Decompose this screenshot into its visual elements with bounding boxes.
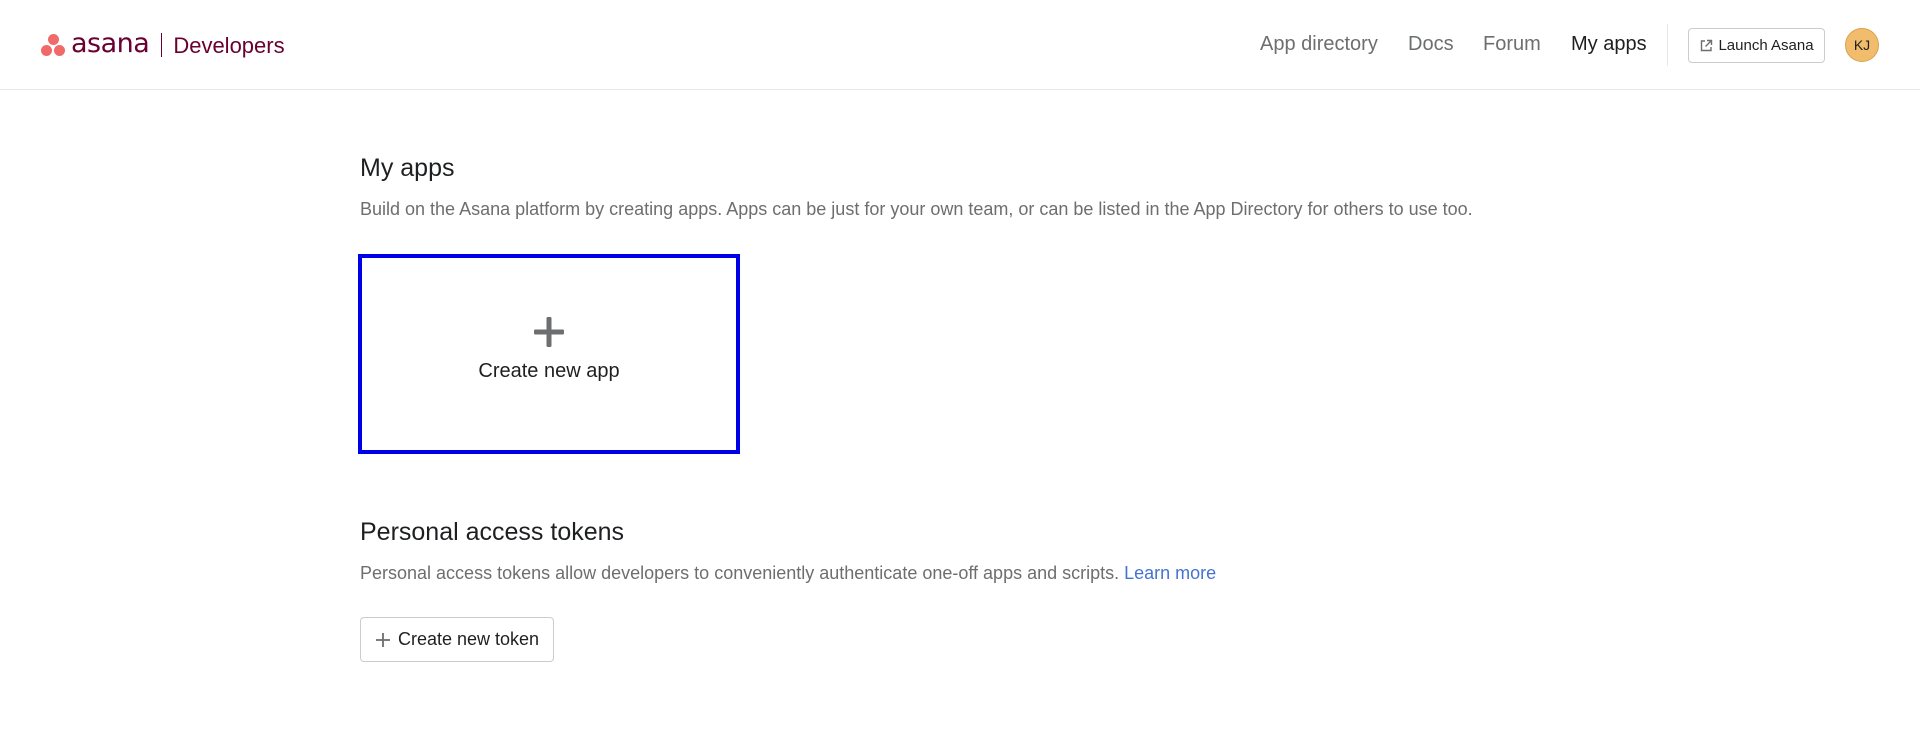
create-new-token-button[interactable]: Create new token xyxy=(360,617,554,662)
avatar[interactable]: KJ xyxy=(1845,28,1879,62)
plus-icon xyxy=(375,632,390,647)
logo-divider xyxy=(161,33,163,57)
my-apps-description: Build on the Asana platform by creating … xyxy=(360,199,1473,219)
create-new-app-label: Create new app xyxy=(478,360,620,382)
plus-icon xyxy=(534,317,564,347)
asana-developers-logo[interactable]: asana Developers xyxy=(40,28,285,62)
top-header: asana Developers App directory Docs Foru… xyxy=(0,0,1920,90)
asana-dots-icon xyxy=(40,33,66,57)
learn-more-link[interactable]: Learn more xyxy=(1124,563,1216,583)
create-new-app-card[interactable]: Create new app xyxy=(358,254,740,454)
nav-my-apps[interactable]: My apps xyxy=(1571,33,1647,56)
create-new-token-label: Create new token xyxy=(397,629,540,649)
launch-asana-label: Launch Asana xyxy=(1718,37,1814,54)
tokens-description: Personal access tokens allow developers … xyxy=(360,563,1216,584)
logo-subtitle: Developers xyxy=(173,33,285,58)
launch-asana-button[interactable]: Launch Asana xyxy=(1688,28,1825,63)
logo-wordmark: asana xyxy=(71,27,150,59)
nav-app-directory[interactable]: App directory xyxy=(1260,33,1378,56)
my-apps-title: My apps xyxy=(360,154,455,182)
nav-forum[interactable]: Forum xyxy=(1483,33,1541,56)
nav-docs[interactable]: Docs xyxy=(1408,33,1454,56)
tokens-description-text: Personal access tokens allow developers … xyxy=(360,563,1120,583)
external-link-icon xyxy=(1701,39,1713,51)
header-divider xyxy=(1667,24,1668,66)
personal-access-tokens-title: Personal access tokens xyxy=(360,518,625,546)
